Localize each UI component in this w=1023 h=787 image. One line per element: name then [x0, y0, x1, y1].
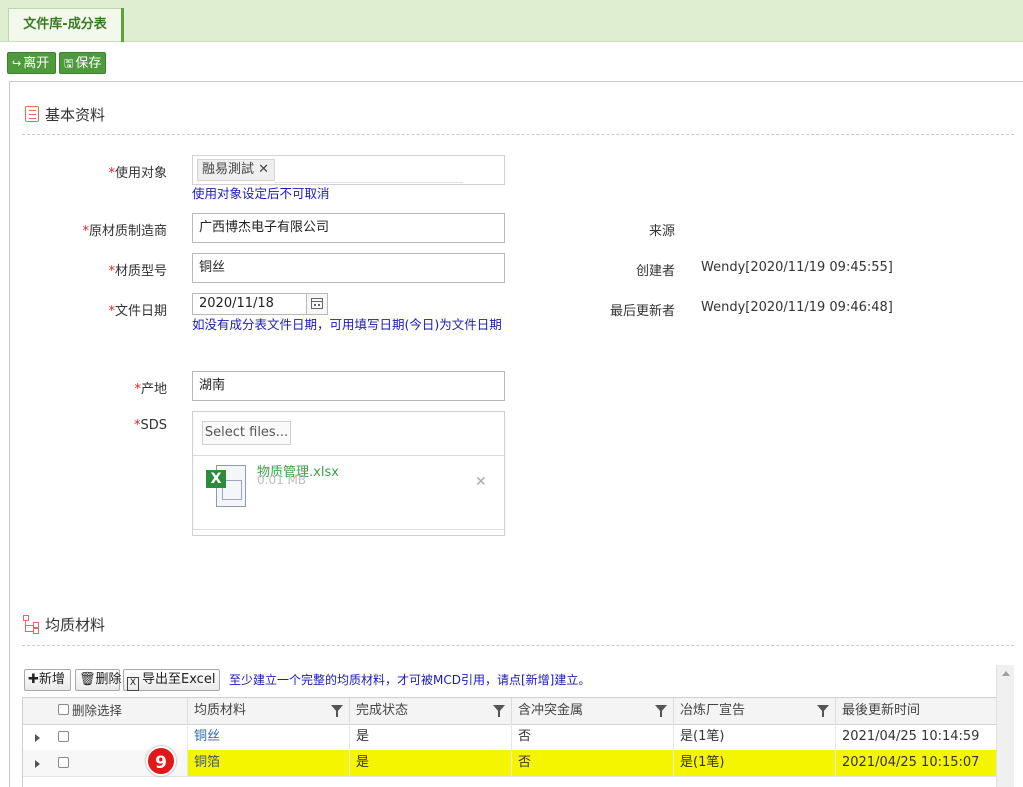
target-tag: 融易測試 ✕ — [197, 159, 275, 181]
cell-conflict: 否 — [511, 750, 673, 776]
sds-upload: Select files... X 物质管理.xlsx 0.01 MB ✕ — [192, 411, 505, 536]
tree-icon — [23, 615, 41, 635]
exit-icon: ↪ — [12, 57, 22, 70]
doc-date-hint: 如没有成分表文件日期，可用填写日期(今日)为文件日期 — [192, 317, 502, 332]
calendar-button[interactable] — [306, 293, 328, 315]
scroll-up-icon[interactable] — [1002, 671, 1010, 676]
cell-status: 是 — [349, 724, 511, 750]
target-multiselect[interactable]: 融易測試 ✕ — [192, 155, 505, 185]
tab-strip — [0, 0, 1023, 42]
label-source: 来源 — [648, 224, 675, 239]
label-updater: 最后更新者 — [609, 304, 675, 319]
header-conflict[interactable]: 含冲突金属 — [511, 698, 673, 724]
filter-icon[interactable] — [331, 705, 343, 717]
label-sds: *SDS — [133, 418, 167, 433]
manufacturer-input[interactable]: 广西博杰电子有限公司 — [192, 213, 505, 243]
save-icon: 🖫 — [64, 57, 74, 70]
updater-value: Wendy[2020/11/19 09:46:48] — [701, 300, 893, 315]
section-title-basic: 基本资料 — [45, 106, 106, 124]
filter-icon[interactable] — [493, 705, 505, 717]
cell-status: 是 — [349, 750, 511, 776]
calendar-icon — [311, 298, 323, 309]
header-material[interactable]: 均质材料 — [187, 698, 349, 724]
step-badge: 9 — [146, 746, 176, 776]
cell-smelter: 是(1笔) — [673, 750, 835, 776]
list-icon — [25, 106, 39, 122]
cell-material[interactable]: 铜箔 — [187, 750, 349, 776]
export-excel-button[interactable]: X 导出至Excel — [123, 669, 220, 691]
target-hint: 使用对象设定后不可取消 — [192, 186, 330, 201]
save-button[interactable]: 🖫 保存 — [59, 52, 106, 74]
cell-smelter: 是(1笔) — [673, 724, 835, 750]
label-doc-date: *文件日期 — [108, 304, 167, 319]
upload-bottom-divider — [193, 529, 504, 530]
label-origin: *产地 — [134, 382, 167, 397]
remove-tag-icon[interactable]: ✕ — [258, 162, 269, 177]
header-smelter[interactable]: 冶炼厂宣告 — [673, 698, 835, 724]
export-label: 导出至Excel — [142, 672, 216, 687]
row-checkbox[interactable] — [58, 757, 69, 768]
cell-conflict: 否 — [511, 724, 673, 750]
trash-icon: 🗑 — [79, 672, 96, 687]
excel-file-icon: X — [206, 462, 250, 510]
remove-file-icon[interactable]: ✕ — [475, 474, 487, 490]
origin-input[interactable]: 湖南 — [192, 371, 505, 401]
cell-material[interactable]: 铜丝 — [187, 724, 349, 750]
select-files-button[interactable]: Select files... — [202, 421, 291, 445]
filter-icon[interactable] — [655, 705, 667, 717]
label-manufacturer: *原材质制造商 — [82, 224, 167, 239]
expand-row-icon[interactable] — [35, 760, 40, 768]
divider — [22, 134, 1014, 135]
header-delete-select: 删除选择 — [23, 698, 187, 724]
grid-notice: 至少建立一个完整的均质材料，才可被MCD引用，请点[新增]建立。 — [229, 673, 591, 687]
divider-2 — [22, 645, 1014, 646]
delete-label: 删除 — [95, 672, 122, 687]
doc-date-input[interactable]: 2020/11/18 — [192, 293, 307, 315]
homogeneous-grid: 删除选择 均质材料 完成状态 含冲突金属 冶炼厂宣告 最後更新时间 铜丝 是 否… — [22, 697, 1014, 787]
leave-button[interactable]: ↪ 离开 — [7, 52, 56, 74]
select-all-checkbox[interactable] — [58, 704, 69, 715]
grid-header: 删除选择 均质材料 完成状态 含冲突金属 冶炼厂宣告 最後更新时间 — [23, 698, 1013, 725]
table-row[interactable]: 铜丝 是 否 是(1笔) 2021/04/25 10:14:59 — [23, 724, 1013, 751]
delete-button[interactable]: 🗑删除 — [75, 669, 122, 691]
label-model: *材质型号 — [108, 264, 167, 279]
tab-composition-sheet[interactable]: 文件库-成分表 — [8, 8, 122, 41]
label-creator: 创建者 — [635, 264, 675, 279]
add-label: 新增 — [38, 672, 65, 687]
cell-updated: 2021/04/25 10:14:59 — [835, 724, 997, 750]
add-button[interactable]: ✚新增 — [24, 669, 71, 691]
model-input[interactable]: 铜丝 — [192, 253, 505, 283]
label-target: *使用对象 — [108, 166, 167, 181]
row-checkbox[interactable] — [58, 731, 69, 742]
file-size: 0.01 MB — [257, 473, 307, 487]
excel-export-icon: X — [127, 677, 139, 691]
target-search-input[interactable] — [275, 158, 463, 183]
section-title-homogeneous: 均质材料 — [45, 616, 106, 634]
vertical-scrollbar[interactable] — [996, 665, 1014, 787]
cell-updated: 2021/04/25 10:15:07 — [835, 750, 997, 776]
upload-divider — [193, 455, 504, 456]
header-updated[interactable]: 最後更新时间 — [835, 698, 997, 724]
leave-label: 离开 — [23, 56, 50, 71]
header-status[interactable]: 完成状态 — [349, 698, 511, 724]
expand-row-icon[interactable] — [35, 734, 40, 742]
filter-icon[interactable] — [817, 705, 829, 717]
tab-accent — [121, 8, 124, 42]
creator-value: Wendy[2020/11/19 09:45:55] — [701, 260, 893, 275]
save-label: 保存 — [75, 56, 102, 71]
plus-icon: ✚ — [28, 672, 39, 687]
